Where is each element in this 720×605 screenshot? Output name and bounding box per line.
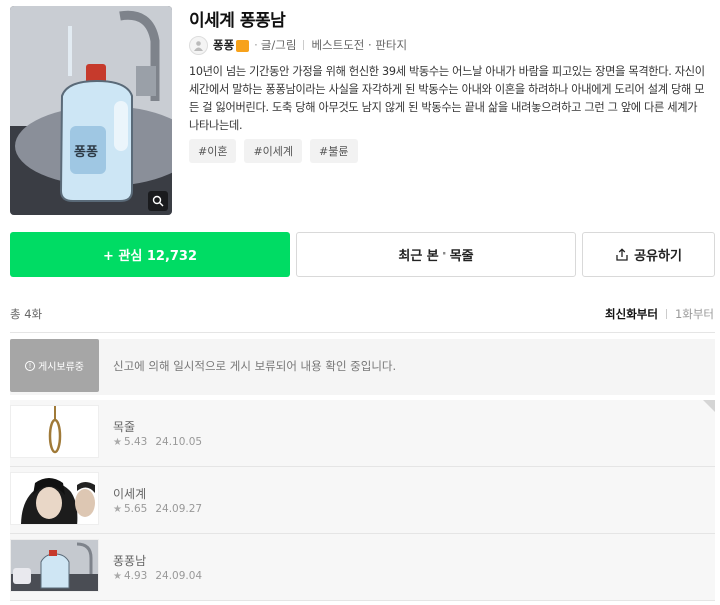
hold-badge-label: 게시보류중 [38,362,84,373]
genre-label: 베스트도전 · 판타지 [311,38,408,52]
tag-chip[interactable]: #이세계 [244,139,303,163]
episode-row[interactable]: 퐁퐁남 ★ 4.93 24.09.04 [10,534,715,600]
episode-rating: 5.43 [123,436,148,448]
hold-notice-row: ! 게시보류중 신고에 의해 일시적으로 게시 보류되어 내용 확인 중입니다. [10,339,715,395]
hold-badge: ! 게시보류중 [10,339,99,392]
episode-title: 퐁퐁남 [113,554,147,568]
favorite-button[interactable]: + 관심 12,732 [10,232,290,277]
recent-separator: · [441,247,447,262]
meta-divider [303,40,305,50]
episode-count: 총 4화 [10,307,43,321]
episode-thumbnail [10,405,99,458]
episode-title: 목줄 [113,420,136,434]
author-meta: 퐁퐁 · 글/그림 베스트도전 · 판타지 [189,35,407,55]
episode-thumbnail [10,472,99,525]
recent-label: 최근 본 [398,249,439,264]
share-button[interactable]: 공유하기 [582,232,715,277]
cover-bottle-label: 퐁퐁 [74,145,98,160]
episode-rating: 5.65 [123,503,148,515]
author-role: 글/그림 [260,38,297,52]
episode-date: 24.10.05 [155,436,203,448]
user-icon [194,40,203,51]
sort-newest-button[interactable]: 최신화부터 [605,306,658,322]
episode-rating: 4.93 [123,570,148,582]
sort-first-button[interactable]: 1화부터 [675,306,714,322]
share-label: 공유하기 [634,249,682,264]
tag-list: #이혼 #이세계 #불륜 [189,139,358,163]
episode-date: 24.09.27 [155,503,203,515]
row-divider [10,600,715,601]
episode-info: ★ 4.93 24.09.04 [113,570,202,582]
tag-chip[interactable]: #이혼 [189,139,237,163]
read-corner-mark [703,400,715,412]
hold-message: 신고에 의해 일시적으로 게시 보류되어 내용 확인 중입니다. [113,359,397,373]
cover-image[interactable]: 퐁퐁 [10,6,172,215]
episode-row[interactable]: 이세계 ★ 5.65 24.09.27 [10,467,715,533]
magnifier-icon [152,195,164,207]
page-title: 이세계 퐁퐁남 [189,11,286,31]
author-badge-icon [236,40,250,52]
episode-thumbnail [10,539,99,592]
zoom-button[interactable] [148,191,168,211]
recent-episode-button[interactable]: 최근 본 · 목줄 [296,232,576,277]
episode-info: ★ 5.43 24.10.05 [113,436,202,448]
episode-title: 이세계 [113,487,147,501]
list-divider [10,332,715,333]
episode-row[interactable]: 목줄 ★ 5.43 24.10.05 [10,400,715,466]
info-circle-icon: ! [25,360,35,371]
author-name[interactable]: 퐁퐁 [213,37,234,53]
star-icon: ★ [113,503,122,515]
sort-options: 최신화부터 1화부터 [605,306,714,322]
recent-episode-title: 목줄 [449,249,474,264]
star-icon: ★ [113,570,122,582]
author-avatar[interactable] [189,35,208,55]
meta-separator: · [254,38,258,52]
tag-chip[interactable]: #불륜 [310,139,358,163]
star-icon: ★ [113,436,122,448]
episode-info: ★ 5.65 24.09.27 [113,503,202,515]
synopsis: 10년이 넘는 기간동안 가정을 위해 헌신한 39세 박동수는 어느날 아내가… [189,65,705,132]
episode-date: 24.09.04 [155,570,203,582]
sort-divider [665,309,667,319]
share-icon [616,247,628,261]
